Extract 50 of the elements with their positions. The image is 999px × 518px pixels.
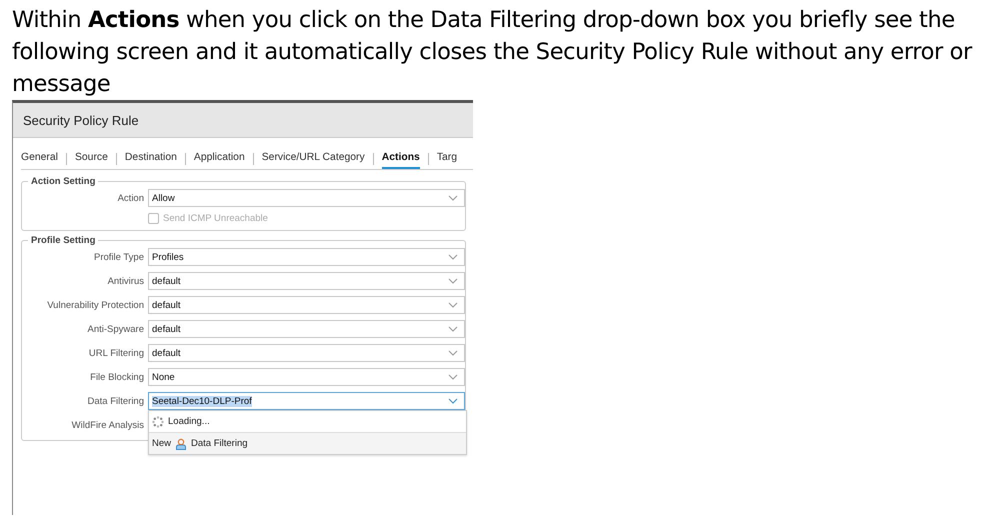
select-field[interactable]: default (148, 344, 465, 362)
field-label: URL Filtering (88, 348, 144, 358)
field-label: WildFire Analysis (72, 420, 144, 430)
loading-text: Loading... (168, 416, 210, 427)
tab[interactable]: Source (74, 149, 108, 169)
caption-text: Within Actions when you click on the Data Filtering drop-down box you briefly see the following screen and it automatically closes the Security Policy Rule without any error or message (11, 6, 974, 99)
field-label: File Blocking (90, 372, 144, 382)
select-field[interactable]: Allow (148, 189, 465, 207)
chevron-down-icon (448, 398, 458, 404)
group-legend: Action Setting (28, 176, 98, 187)
field-label: Vulnerability Protection (47, 300, 144, 310)
chevron-down-icon (448, 326, 458, 332)
chevron-down-icon (448, 350, 458, 356)
select-value: None (152, 372, 175, 382)
tab[interactable]: Actions (382, 149, 420, 169)
select-field[interactable]: Profiles (148, 248, 465, 266)
new-label: New (152, 438, 172, 449)
chevron-down-icon (448, 195, 458, 201)
field-label: Data Filtering (88, 396, 144, 406)
tab[interactable]: Destination (124, 149, 177, 169)
window-title: Security Policy Rule (23, 112, 139, 128)
chevron-down-icon (448, 254, 458, 260)
select-value: default (152, 300, 181, 310)
select-value: Profiles (152, 252, 184, 262)
new-item-option[interactable]: New Data Filtering (149, 433, 466, 454)
tab[interactable]: General (21, 149, 58, 169)
select-value: Allow (152, 192, 175, 204)
select-value: Seetal-Dec10-DLP-Prof (152, 396, 252, 406)
select-value: default (152, 276, 181, 286)
tab[interactable]: Service/URL Category (262, 149, 365, 169)
tab[interactable]: Targ (436, 149, 458, 169)
chevron-down-icon (448, 278, 458, 284)
field-label: Profile Type (94, 252, 144, 262)
loading-spinner-icon (152, 416, 164, 428)
select-value: default (152, 324, 181, 334)
select-field[interactable]: None (148, 368, 465, 386)
select-field[interactable]: default (148, 296, 465, 314)
field-label: Anti-Spyware (88, 324, 144, 334)
field-label: Action (118, 192, 144, 204)
select-value: default (152, 348, 181, 358)
tab[interactable]: Application (194, 149, 245, 169)
select-field[interactable]: default (148, 272, 465, 290)
chevron-down-icon (448, 374, 458, 380)
select-field[interactable]: default (148, 320, 465, 338)
option-label: Data Filtering (191, 438, 248, 449)
chevron-down-icon (448, 302, 458, 308)
checkbox-label: Send ICMP Unreachable (163, 213, 268, 224)
group-legend: Profile Setting (28, 235, 98, 246)
field-label: Antivirus (108, 276, 144, 286)
user-icon (175, 438, 188, 450)
